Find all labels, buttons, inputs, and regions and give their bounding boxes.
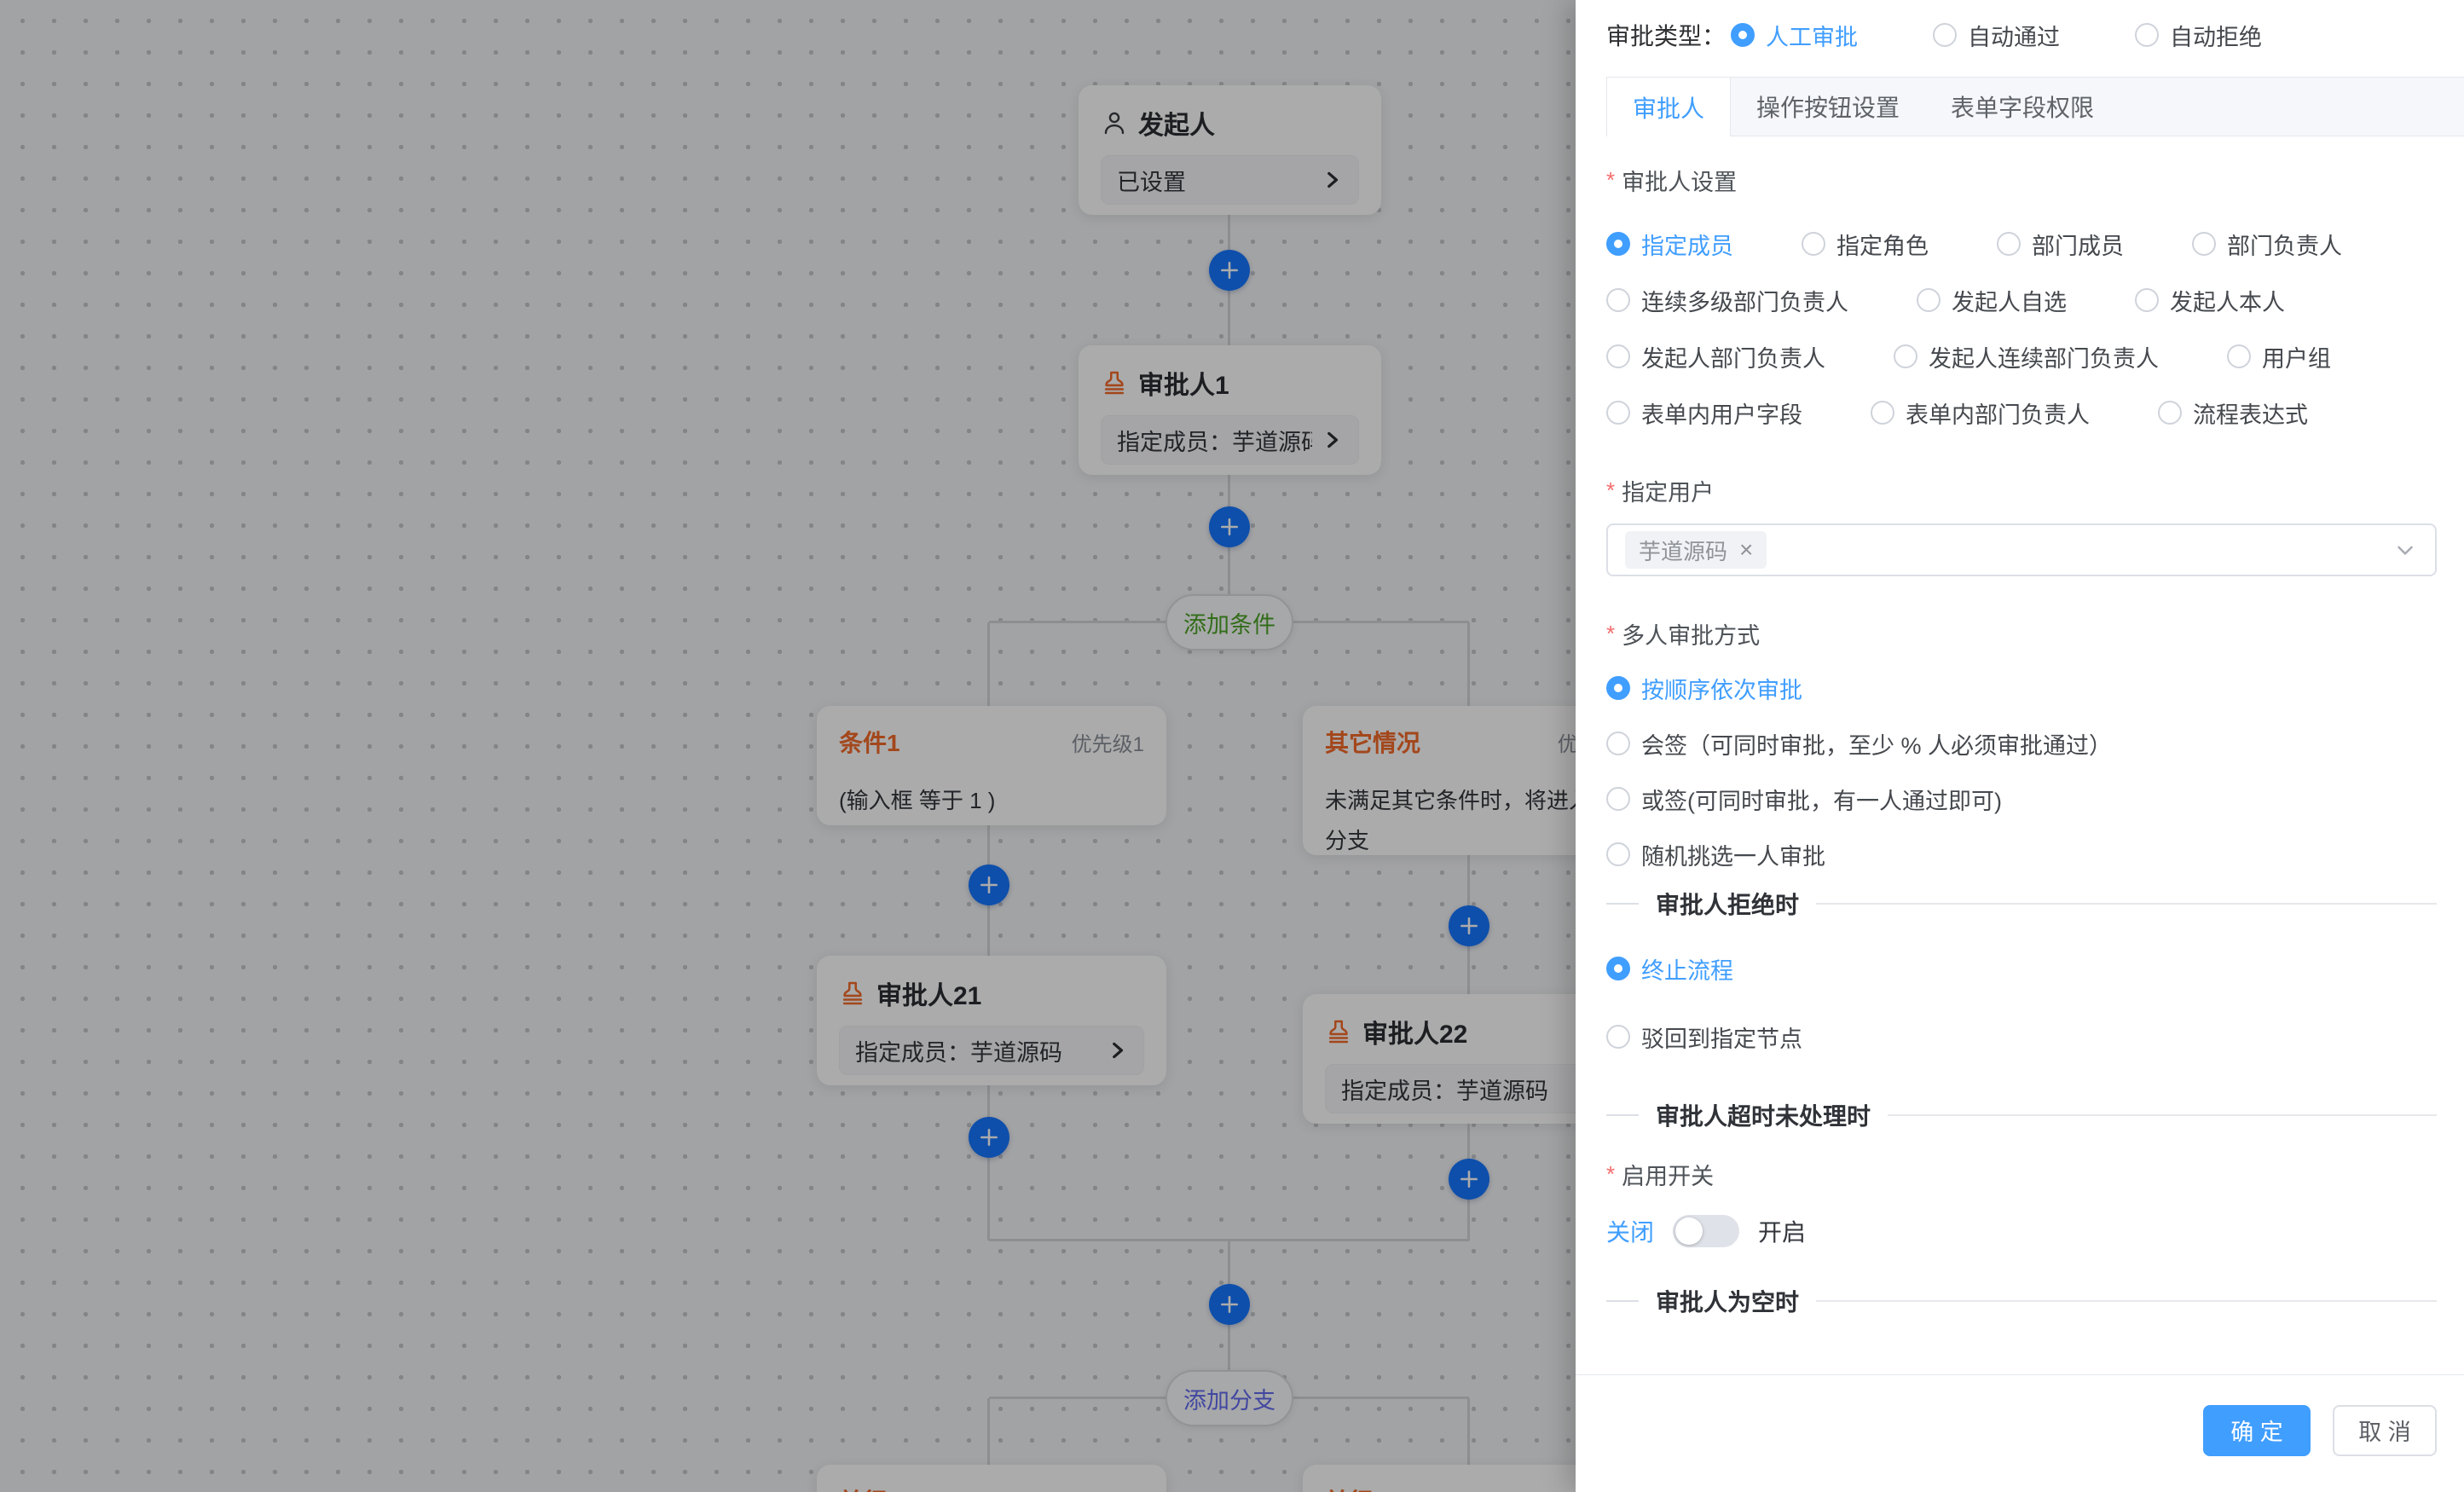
required-marker: * <box>1606 167 1615 194</box>
radio-return-to-node[interactable]: 驳回到指定节点 <box>1606 1021 2437 1052</box>
radio-icon <box>2192 232 2216 256</box>
radio-icon <box>1933 23 1957 47</box>
radio-dept-leader[interactable]: 部门负责人 <box>2192 228 2342 261</box>
assign-user-select[interactable]: 芋道源码 × <box>1606 523 2437 576</box>
reject-options: 终止流程 驳回到指定节点 <box>1606 953 2437 1052</box>
radio-icon <box>1606 288 1630 312</box>
radio-icon <box>1802 232 1825 256</box>
approval-type-row: 审批类型： 人工审批 自动通过 自动拒绝 <box>1606 17 2437 53</box>
settings-tabs: 审批人 操作按钮设置 表单字段权限 <box>1606 77 2464 136</box>
radio-orsign[interactable]: 或签(可同时审批，有一人通过即可) <box>1606 784 2437 814</box>
radio-icon <box>1606 676 1630 700</box>
required-marker: * <box>1606 477 1615 504</box>
radio-icon <box>1606 1025 1630 1049</box>
tab-approver[interactable]: 审批人 <box>1607 78 1731 136</box>
tab-form-field-permissions[interactable]: 表单字段权限 <box>1925 78 2120 136</box>
radio-icon <box>1606 787 1630 811</box>
approver-setting-row3: 发起人部门负责人 发起人连续部门负责人 用户组 <box>1606 341 2437 372</box>
radio-icon <box>2135 288 2159 312</box>
approver-setting-row1: 指定成员 指定角色 部门成员 部门负责人 <box>1606 228 2437 259</box>
assign-user-label: * 指定用户 <box>1606 476 2437 505</box>
cancel-button[interactable]: 取 消 <box>2333 1405 2437 1456</box>
approval-type-options: 人工审批 自动通过 自动拒绝 <box>1731 19 2262 52</box>
radio-icon <box>1606 732 1630 755</box>
approver-setting-row2: 连续多级部门负责人 发起人自选 发起人本人 <box>1606 285 2437 315</box>
radio-auto-approve[interactable]: 自动通过 <box>1933 19 2060 52</box>
radio-form-dept-leader[interactable]: 表单内部门负责人 <box>1871 396 2090 430</box>
radio-icon <box>1606 842 1630 866</box>
radio-icon <box>1731 23 1755 47</box>
radio-terminate-process[interactable]: 终止流程 <box>1606 953 2437 984</box>
modal-overlay <box>0 0 1576 1492</box>
radio-dept-member[interactable]: 部门成员 <box>1997 228 2124 261</box>
switch-on-text: 开启 <box>1758 1214 1806 1248</box>
approver-setting-label: * 审批人设置 <box>1606 165 2437 194</box>
reject-section-title: 审批人拒绝时 <box>1656 887 1799 921</box>
required-marker: * <box>1606 1161 1615 1188</box>
approval-settings-drawer: 审批类型： 人工审批 自动通过 自动拒绝 审批人 <box>1576 0 2464 1492</box>
radio-multi-level-dept-leader[interactable]: 连续多级部门负责人 <box>1606 284 1848 317</box>
required-marker: * <box>1606 621 1615 647</box>
radio-initiator-self[interactable]: 发起人本人 <box>2135 284 2285 317</box>
user-tag: 芋道源码 × <box>1625 531 1767 569</box>
enable-toggle[interactable] <box>1673 1215 1739 1247</box>
radio-icon <box>1997 232 2021 256</box>
radio-sequential-approval[interactable]: 按顺序依次审批 <box>1606 673 2437 703</box>
drawer-footer: 确 定 取 消 <box>1576 1374 2464 1492</box>
tag-close-icon[interactable]: × <box>1739 538 1753 562</box>
radio-icon <box>1606 401 1630 425</box>
radio-specified-member[interactable]: 指定成员 <box>1606 228 1733 261</box>
enable-switch-row: 关闭 开启 <box>1606 1212 2437 1250</box>
switch-off-text: 关闭 <box>1606 1214 1654 1248</box>
radio-auto-reject[interactable]: 自动拒绝 <box>2135 19 2262 52</box>
empty-section-title: 审批人为空时 <box>1656 1284 1799 1318</box>
radio-icon <box>2135 23 2159 47</box>
radio-countersign[interactable]: 会签（可同时审批，至少 % 人必须审批通过） <box>1606 728 2437 759</box>
approver-setting-row4: 表单内用户字段 表单内部门负责人 流程表达式 <box>1606 397 2437 428</box>
radio-process-expression[interactable]: 流程表达式 <box>2158 396 2308 430</box>
radio-icon <box>1917 288 1941 312</box>
approval-type-label: 审批类型： <box>1606 18 1726 52</box>
drawer-body: 审批类型： 人工审批 自动通过 自动拒绝 审批人 <box>1576 0 2464 1342</box>
enable-switch-label: * 启用开关 <box>1606 1159 2437 1188</box>
confirm-button[interactable]: 确 定 <box>2203 1405 2311 1456</box>
timeout-section-title: 审批人超时未处理时 <box>1656 1098 1871 1132</box>
radio-icon <box>2227 344 2251 368</box>
empty-section-divider: 审批人为空时 <box>1606 1286 2437 1316</box>
radio-icon <box>1606 344 1630 368</box>
multi-mode-label: * 多人审批方式 <box>1606 619 2437 648</box>
radio-user-group[interactable]: 用户组 <box>2227 340 2331 373</box>
radio-specified-role[interactable]: 指定角色 <box>1802 228 1929 261</box>
workflow-canvas: 发起人 已设置 审批人1 指定成员：芋道源码 <box>0 0 1576 1492</box>
radio-form-user-field[interactable]: 表单内用户字段 <box>1606 396 1802 430</box>
radio-icon <box>1606 232 1630 256</box>
radio-initiator-dept-leader[interactable]: 发起人部门负责人 <box>1606 340 1825 373</box>
chevron-down-icon <box>2392 537 2418 563</box>
radio-icon <box>1894 344 1917 368</box>
radio-initiator-multi-dept-leader[interactable]: 发起人连续部门负责人 <box>1894 340 2159 373</box>
tab-action-buttons[interactable]: 操作按钮设置 <box>1731 78 1925 136</box>
radio-manual-approval[interactable]: 人工审批 <box>1731 19 1858 52</box>
reject-section-divider: 审批人拒绝时 <box>1606 888 2437 919</box>
radio-icon <box>2158 401 2182 425</box>
radio-icon <box>1871 401 1894 425</box>
radio-initiator-select[interactable]: 发起人自选 <box>1917 284 2067 317</box>
radio-random-one[interactable]: 随机挑选一人审批 <box>1606 839 2437 870</box>
multi-mode-options: 按顺序依次审批 会签（可同时审批，至少 % 人必须审批通过） 或签(可同时审批，… <box>1606 673 2437 870</box>
radio-icon <box>1606 957 1630 980</box>
timeout-section-divider: 审批人超时未处理时 <box>1606 1100 2437 1131</box>
toggle-knob <box>1675 1217 1703 1245</box>
